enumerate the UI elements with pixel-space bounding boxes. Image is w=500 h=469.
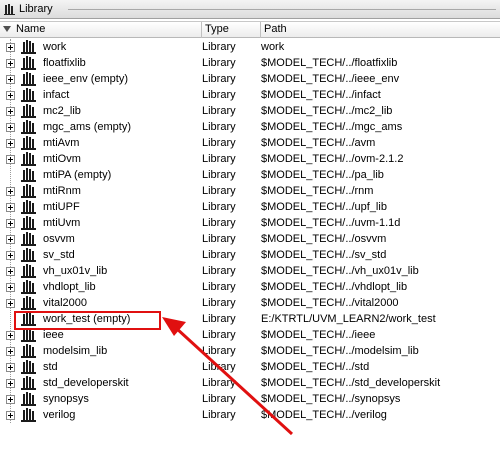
annotation-arrow [162, 317, 294, 436]
